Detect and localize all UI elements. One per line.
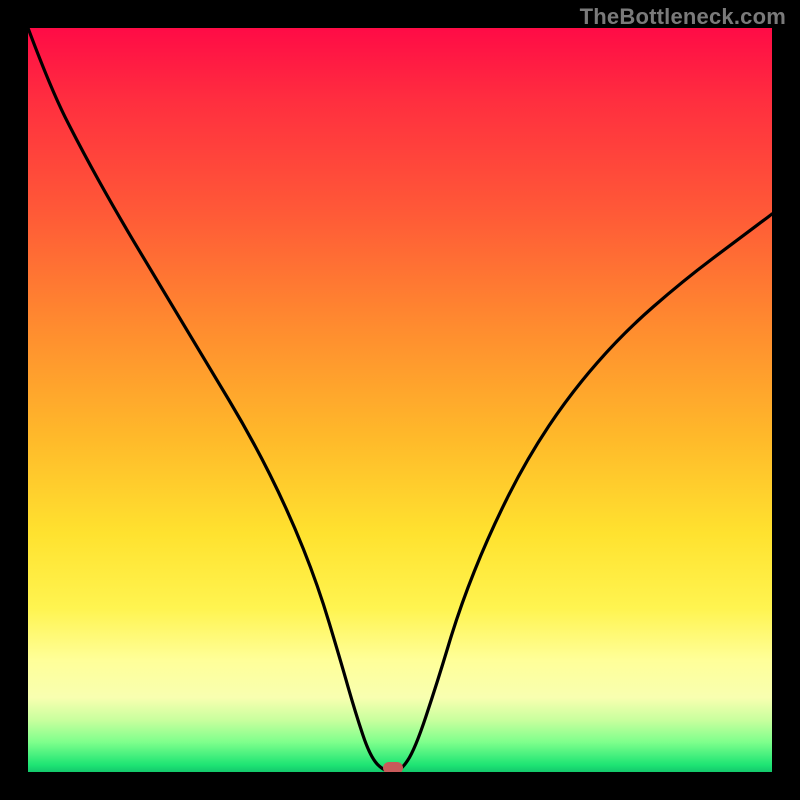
minimum-marker bbox=[383, 762, 403, 772]
watermark-text: TheBottleneck.com bbox=[580, 4, 786, 30]
chart-frame: TheBottleneck.com bbox=[0, 0, 800, 800]
plot-area bbox=[28, 28, 772, 772]
bottleneck-curve bbox=[28, 28, 772, 772]
